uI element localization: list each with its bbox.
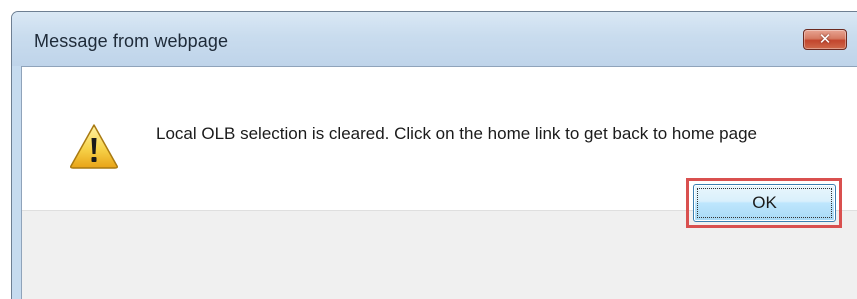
warning-icon [70, 124, 118, 169]
close-button[interactable]: ✕ [803, 29, 847, 50]
dialog-title: Message from webpage [34, 31, 229, 51]
close-icon: ✕ [818, 30, 832, 48]
title-bar[interactable]: Message from webpage ✕ [12, 12, 857, 66]
ok-button-label: OK [752, 193, 777, 212]
ok-button[interactable]: OK [693, 184, 836, 222]
message-dialog: Message from webpage ✕ Local OLB selecti… [11, 11, 857, 299]
dialog-message: Local OLB selection is cleared. Click on… [156, 124, 758, 143]
